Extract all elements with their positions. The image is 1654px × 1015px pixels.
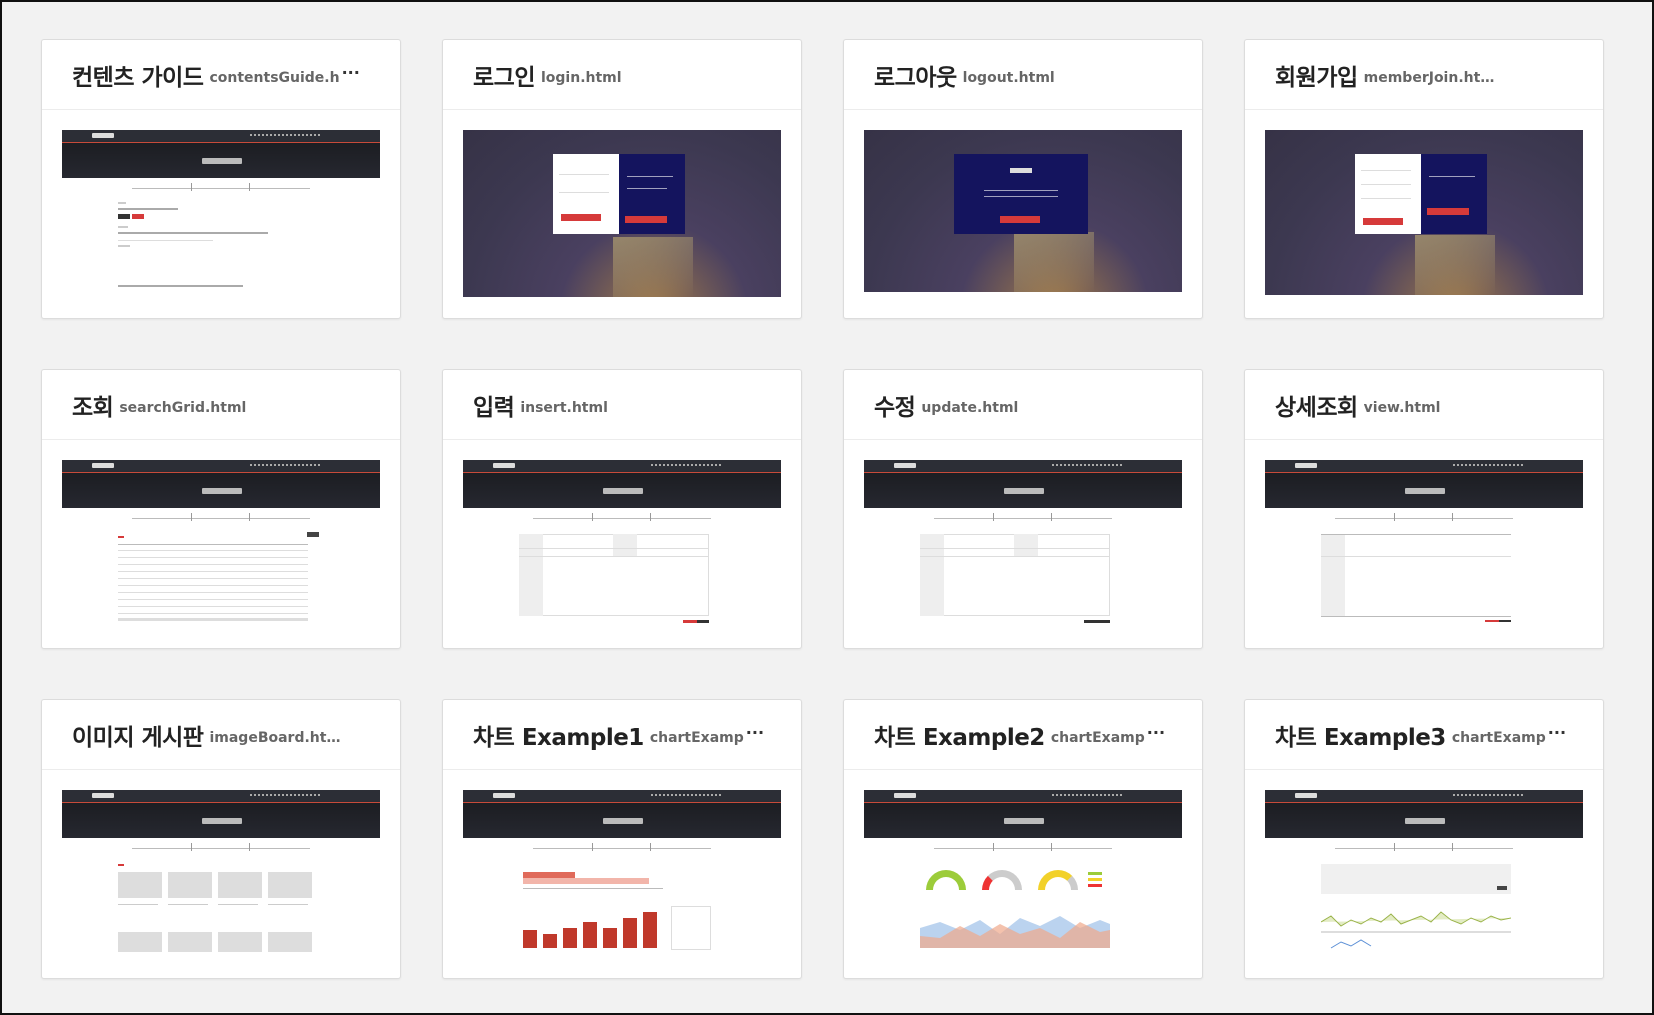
card-filename: contentsGuide.h bbox=[209, 69, 340, 86]
thumbnail-image-board bbox=[62, 790, 380, 957]
ellipsis-icon: ··· bbox=[1547, 723, 1567, 742]
card-title: 상세조회 bbox=[1275, 394, 1358, 421]
card-filename: chartExamp bbox=[1451, 729, 1546, 746]
card-image-board[interactable]: 이미지 게시판 imageBoard.html bbox=[41, 699, 401, 979]
card-header: 차트 Example1 chartExamp ··· bbox=[443, 700, 801, 770]
card-update[interactable]: 수정 update.html bbox=[843, 369, 1203, 649]
card-title: 수정 bbox=[874, 394, 916, 421]
card-chart-example-3[interactable]: 차트 Example3 chartExamp ··· bbox=[1244, 699, 1604, 979]
card-filename: logout.html bbox=[962, 69, 1055, 86]
thumbnail-chart-example-3 bbox=[1265, 790, 1583, 957]
ellipsis-icon: ··· bbox=[745, 723, 765, 742]
card-title: 차트 Example1 bbox=[473, 724, 644, 751]
thumbnail-view bbox=[1265, 460, 1583, 627]
card-title: 회원가입 bbox=[1275, 64, 1358, 91]
card-filename: insert.html bbox=[520, 399, 608, 416]
card-header: 회원가입 memberJoin.html bbox=[1245, 40, 1603, 110]
card-chart-example-1[interactable]: 차트 Example1 chartExamp ··· bbox=[442, 699, 802, 979]
card-filename: update.html bbox=[921, 399, 1019, 416]
card-title: 로그아웃 bbox=[874, 64, 957, 91]
card-header: 상세조회 view.html bbox=[1245, 370, 1603, 440]
thumbnail-contents-guide bbox=[62, 130, 380, 297]
card-header: 입력 insert.html bbox=[443, 370, 801, 440]
thumbnail-chart-example-1 bbox=[463, 790, 781, 957]
card-filename: login.html bbox=[540, 69, 622, 86]
ellipsis-icon: ··· bbox=[1146, 723, 1166, 742]
thumbnail-search-grid bbox=[62, 460, 380, 627]
thumbnail-member-join bbox=[1265, 130, 1583, 295]
card-view[interactable]: 상세조회 view.html bbox=[1244, 369, 1604, 649]
card-title: 차트 Example2 bbox=[874, 724, 1045, 751]
card-logout[interactable]: 로그아웃 logout.html bbox=[843, 39, 1203, 319]
card-title: 입력 bbox=[473, 394, 515, 421]
card-header: 컨텐츠 가이드 contentsGuide.h ··· bbox=[42, 40, 400, 110]
card-member-join[interactable]: 회원가입 memberJoin.html bbox=[1244, 39, 1604, 319]
card-title: 로그인 bbox=[473, 64, 535, 91]
card-title: 차트 Example3 bbox=[1275, 724, 1446, 751]
card-contents-guide[interactable]: 컨텐츠 가이드 contentsGuide.h ··· bbox=[41, 39, 401, 319]
card-header: 수정 update.html bbox=[844, 370, 1202, 440]
thumbnail-update bbox=[864, 460, 1182, 627]
thumbnail-login bbox=[463, 130, 781, 297]
template-card-grid: 컨텐츠 가이드 contentsGuide.h ··· 로그인 login.ht… bbox=[41, 39, 1604, 979]
card-title: 컨텐츠 가이드 bbox=[72, 64, 204, 91]
card-insert[interactable]: 입력 insert.html bbox=[442, 369, 802, 649]
card-header: 조회 searchGrid.html bbox=[42, 370, 400, 440]
card-title: 조회 bbox=[72, 394, 114, 421]
card-filename: imageBoard.html bbox=[209, 729, 345, 746]
thumbnail-insert bbox=[463, 460, 781, 627]
card-search-grid[interactable]: 조회 searchGrid.html bbox=[41, 369, 401, 649]
card-filename: view.html bbox=[1363, 399, 1441, 416]
thumbnail-logout bbox=[864, 130, 1182, 292]
card-header: 이미지 게시판 imageBoard.html bbox=[42, 700, 400, 770]
card-header: 로그인 login.html bbox=[443, 40, 801, 110]
card-filename: chartExamp bbox=[1050, 729, 1145, 746]
card-filename: searchGrid.html bbox=[119, 399, 247, 416]
ellipsis-icon: ··· bbox=[341, 63, 360, 82]
card-header: 차트 Example2 chartExamp ··· bbox=[844, 700, 1202, 770]
card-header: 로그아웃 logout.html bbox=[844, 40, 1202, 110]
card-filename: chartExamp bbox=[649, 729, 744, 746]
card-header: 차트 Example3 chartExamp ··· bbox=[1245, 700, 1603, 770]
card-login[interactable]: 로그인 login.html bbox=[442, 39, 802, 319]
card-title: 이미지 게시판 bbox=[72, 724, 204, 751]
thumbnail-chart-example-2 bbox=[864, 790, 1182, 957]
card-chart-example-2[interactable]: 차트 Example2 chartExamp ··· bbox=[843, 699, 1203, 979]
card-filename: memberJoin.html bbox=[1363, 69, 1499, 86]
